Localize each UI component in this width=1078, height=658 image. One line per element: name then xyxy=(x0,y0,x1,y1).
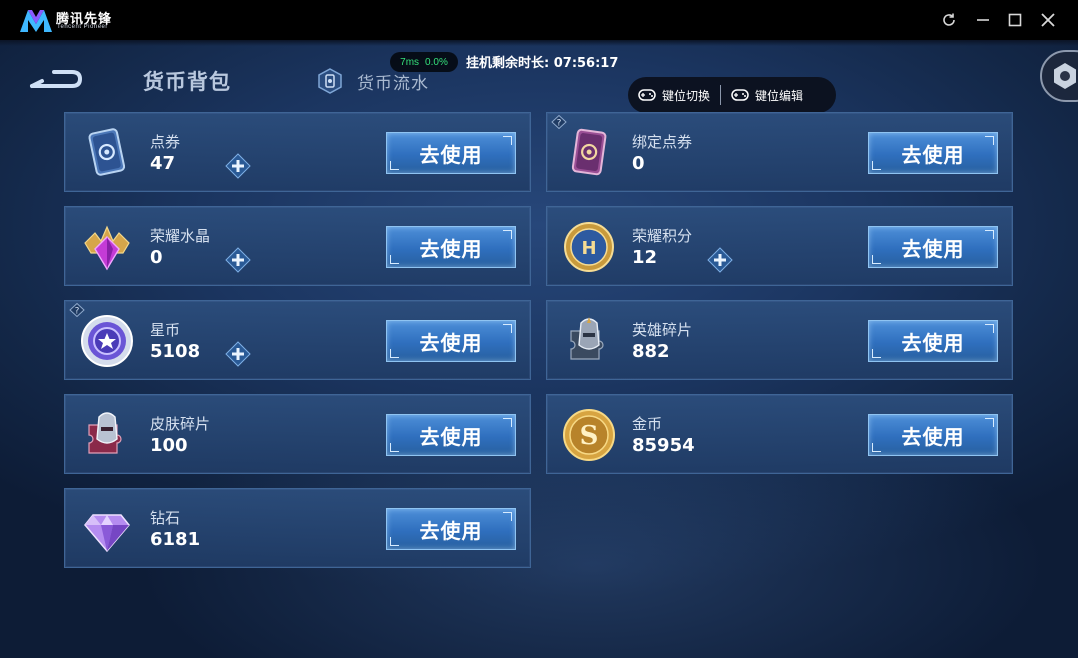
gamepad-icon xyxy=(638,89,656,101)
key-switch-label: 键位切换 xyxy=(662,88,711,103)
packet-loss-text: 0.0% xyxy=(425,56,448,68)
use-button[interactable]: 去使用 xyxy=(386,508,516,550)
gamepad-icon xyxy=(731,89,749,101)
currency-name: 英雄碎片 xyxy=(632,321,693,339)
add-plus-icon[interactable] xyxy=(225,247,251,273)
currency-card-glory-crystal: 荣耀水晶 0 去使用 xyxy=(64,206,531,286)
diamond-icon xyxy=(84,514,130,553)
currency-card-skin-fragment: 皮肤碎片 100 去使用 xyxy=(64,394,531,474)
currency-card-glory-points: H 荣耀积分 12 去使用 xyxy=(546,206,1013,286)
add-plus-icon[interactable] xyxy=(225,341,251,367)
use-button[interactable]: 去使用 xyxy=(868,226,998,268)
currency-amount: 882 xyxy=(632,341,670,362)
network-status-badge: 7ms 0.0% xyxy=(390,52,458,72)
currency-amount: 0 xyxy=(632,153,645,174)
currency-card-gold-coin: S 金币 85954 去使用 xyxy=(546,394,1013,474)
maximize-icon[interactable] xyxy=(1005,10,1025,30)
app-logo-icon xyxy=(20,10,52,32)
key-mapping-panel: 键位切换 键位编辑 xyxy=(628,77,836,113)
key-edit-button[interactable]: 键位编辑 xyxy=(721,77,813,113)
glory-points-icon: H xyxy=(564,222,614,272)
star-coin-icon xyxy=(81,315,133,367)
side-settings-icon[interactable] xyxy=(1040,50,1078,102)
use-button[interactable]: 去使用 xyxy=(868,320,998,362)
afk-remaining-timer: 挂机剩余时长: 07:56:17 xyxy=(466,56,619,71)
key-edit-label: 键位编辑 xyxy=(755,88,804,103)
svg-text:H: H xyxy=(581,238,596,259)
currency-amount: 12 xyxy=(632,247,658,268)
window-titlebar: 腾讯先锋 Tencent Pioneer xyxy=(0,0,1078,40)
add-plus-icon[interactable] xyxy=(707,247,733,273)
ping-text: 7ms xyxy=(400,56,420,68)
currency-card-voucher: 点券 47 去使用 xyxy=(64,112,531,192)
key-switch-button[interactable]: 键位切换 xyxy=(628,77,720,113)
close-icon[interactable] xyxy=(1038,10,1058,30)
use-button[interactable]: 去使用 xyxy=(386,132,516,174)
skin-fragment-icon xyxy=(88,412,122,454)
currency-name: 金币 xyxy=(632,415,663,433)
currency-name: 皮肤碎片 xyxy=(150,415,211,433)
svg-text:S: S xyxy=(580,421,599,451)
currency-amount: 0 xyxy=(150,247,163,268)
currency-name: 荣耀水晶 xyxy=(150,227,211,245)
use-button[interactable]: 去使用 xyxy=(386,320,516,362)
gold-coin-icon: S xyxy=(563,409,615,461)
voucher-card-icon xyxy=(88,128,126,176)
currency-card-hero-fragment: 英雄碎片 882 去使用 xyxy=(546,300,1013,380)
top-shadow xyxy=(0,40,1078,46)
currency-name: 点券 xyxy=(150,133,181,151)
use-button[interactable]: 去使用 xyxy=(868,132,998,174)
currency-amount: 5108 xyxy=(150,341,201,362)
glory-crystal-icon xyxy=(84,225,130,271)
tab-currency-flow[interactable]: 货币流水 xyxy=(357,69,429,94)
currency-card-diamond: 钻石 6181 去使用 xyxy=(64,488,531,568)
back-arrow-icon[interactable] xyxy=(28,66,84,92)
refresh-icon[interactable] xyxy=(939,10,959,30)
currency-amount: 47 xyxy=(150,153,176,174)
currency-name: 绑定点券 xyxy=(632,133,693,151)
tab-currency-bag[interactable]: 货币背包 xyxy=(143,66,231,96)
use-button[interactable]: 去使用 xyxy=(868,414,998,456)
bound-voucher-card-icon xyxy=(571,128,607,176)
hero-fragment-icon xyxy=(570,317,604,360)
currency-amount: 85954 xyxy=(632,435,695,456)
currency-amount: 6181 xyxy=(150,529,201,550)
use-button[interactable]: 去使用 xyxy=(386,226,516,268)
currency-card-bound-voucher: ? 绑定点券 0 去使用 xyxy=(546,112,1013,192)
currency-card-star-coin: ? 星币 5108 去使用 xyxy=(64,300,531,380)
add-plus-icon[interactable] xyxy=(225,153,251,179)
app-subtitle: Tencent Pioneer xyxy=(57,24,108,30)
currency-flow-icon[interactable] xyxy=(317,68,343,94)
currency-name: 星币 xyxy=(150,321,181,339)
game-screen: 货币背包 货币流水 7ms 0.0% 挂机剩余时长: 07:56:17 键位切换… xyxy=(0,40,1078,658)
currency-amount: 100 xyxy=(150,435,188,456)
use-button[interactable]: 去使用 xyxy=(386,414,516,456)
currency-name: 钻石 xyxy=(150,509,181,527)
currency-name: 荣耀积分 xyxy=(632,227,693,245)
minimize-icon[interactable] xyxy=(973,10,993,30)
